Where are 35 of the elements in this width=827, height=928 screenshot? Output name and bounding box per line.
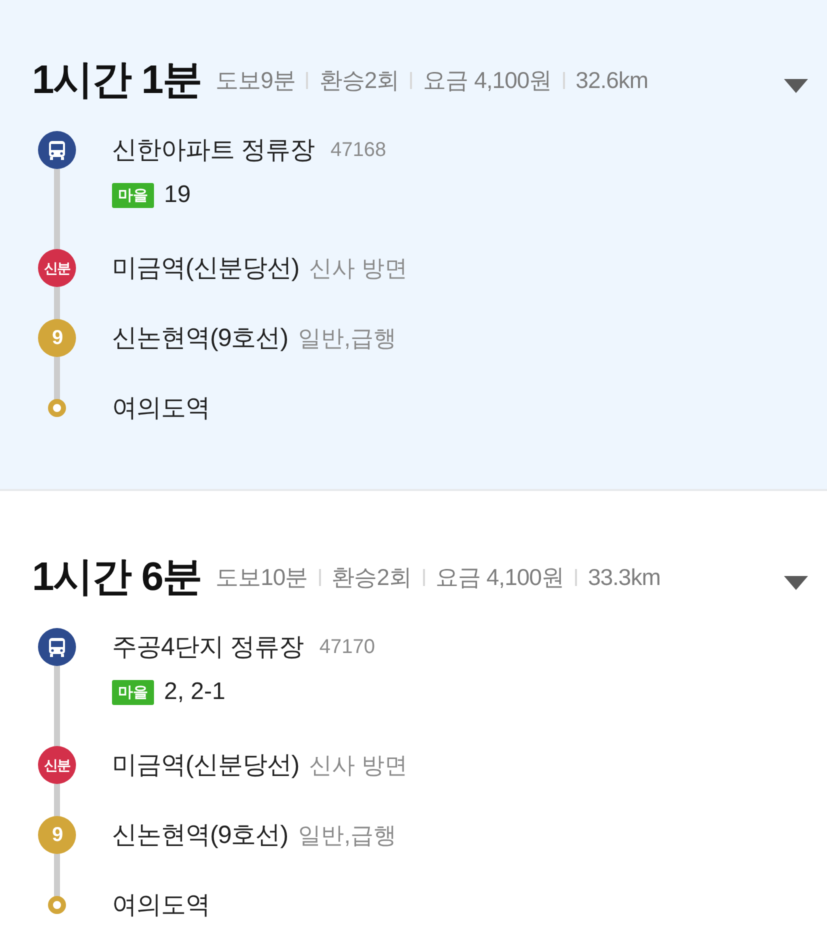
stop-name[interactable]: 주공4단지 정류장 xyxy=(112,632,304,662)
direction-text: 신사 방면 xyxy=(309,254,408,283)
station-name[interactable]: 미금역(신분당선) xyxy=(112,253,300,283)
direction-text: 신사 방면 xyxy=(309,751,408,780)
stop-name[interactable]: 신한아파트 정류장 xyxy=(112,135,314,165)
route-summary-item: 요금 4,100원 xyxy=(436,563,564,592)
stop-number: 47170 xyxy=(319,635,375,660)
route-summary-item: 32.6km xyxy=(576,66,648,95)
line-badge: 9 xyxy=(38,816,76,854)
caret-icon[interactable] xyxy=(784,576,808,590)
line-badge: 신분 xyxy=(38,249,76,287)
bus-type-badge: 마을 xyxy=(112,680,154,704)
route-summary-item: 도보9분 xyxy=(216,66,296,95)
station-name[interactable]: 여의도역 xyxy=(112,890,210,920)
direction-text: 일반,급행 xyxy=(298,324,396,353)
route-summary-item: 환승2회 xyxy=(332,563,412,592)
stop-number: 47168 xyxy=(330,138,386,163)
line-badge: 신분 xyxy=(38,746,76,784)
route-summary-item: 도보10분 xyxy=(216,563,308,592)
station-name[interactable]: 미금역(신분당선) xyxy=(112,750,300,780)
caret-icon[interactable] xyxy=(784,79,808,93)
route-summary-item: 33.3km xyxy=(588,563,660,592)
line-badge: 9 xyxy=(38,319,76,357)
station-name[interactable]: 여의도역 xyxy=(112,393,210,423)
route-duration: 1시간 1분 xyxy=(32,57,202,104)
route-summary-item: 요금 4,100원 xyxy=(423,66,552,95)
route-duration: 1시간 6분 xyxy=(32,554,202,601)
bus-numbers: 19 xyxy=(164,181,191,209)
route-summary-item: 환승2회 xyxy=(319,66,400,95)
direction-text: 일반,급행 xyxy=(298,821,396,850)
station-name[interactable]: 신논현역(9호선) xyxy=(112,820,288,850)
station-name[interactable]: 신논현역(9호선) xyxy=(112,323,288,353)
bus-numbers: 2, 2-1 xyxy=(164,678,226,706)
bus-type-badge: 마을 xyxy=(112,182,154,208)
route-card[interactable]: 1시간 1분 도보9분 환승2회 요금 4,100원 32.6km 신한아파트 정류장 47168 마을 19 신분 미금역(신분당선) 신사 방면 9 신논현역(9호선) 일반,급행 여의도역 xyxy=(0,0,827,491)
